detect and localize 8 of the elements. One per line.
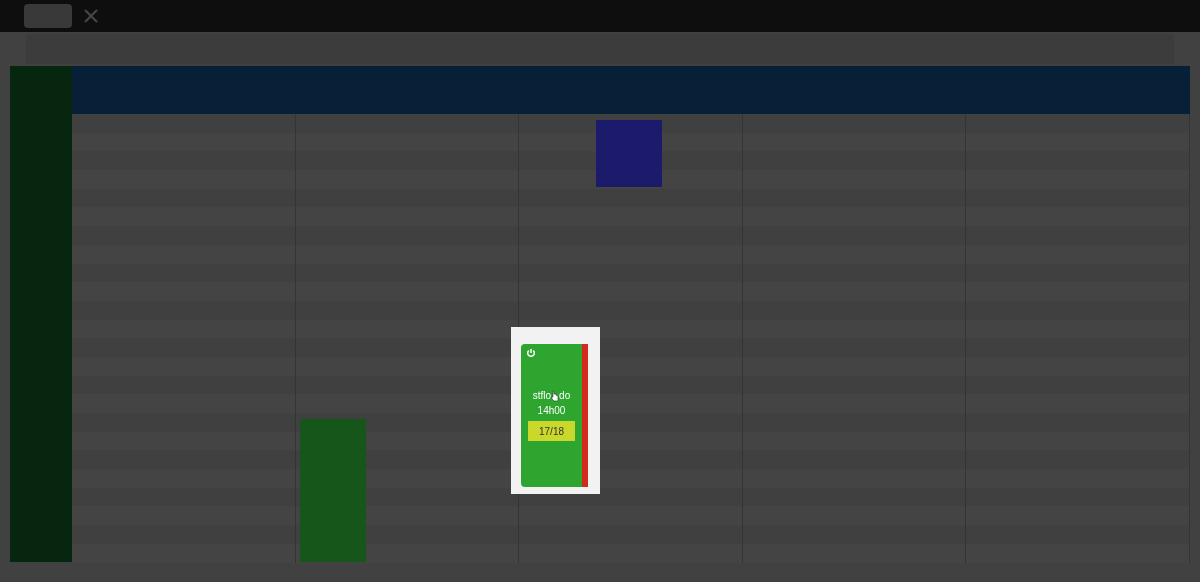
event-card bbox=[596, 120, 662, 187]
capacity-badge: 17/18 bbox=[528, 421, 575, 441]
power-icon[interactable] bbox=[526, 348, 536, 358]
event-card[interactable]: stflo do 14h00 17/18 bbox=[521, 344, 588, 487]
event-title: do bbox=[559, 391, 571, 401]
event-time: 14h00 bbox=[537, 406, 567, 416]
hand-cursor-icon bbox=[551, 390, 560, 402]
event-title: stflo bbox=[532, 391, 552, 401]
